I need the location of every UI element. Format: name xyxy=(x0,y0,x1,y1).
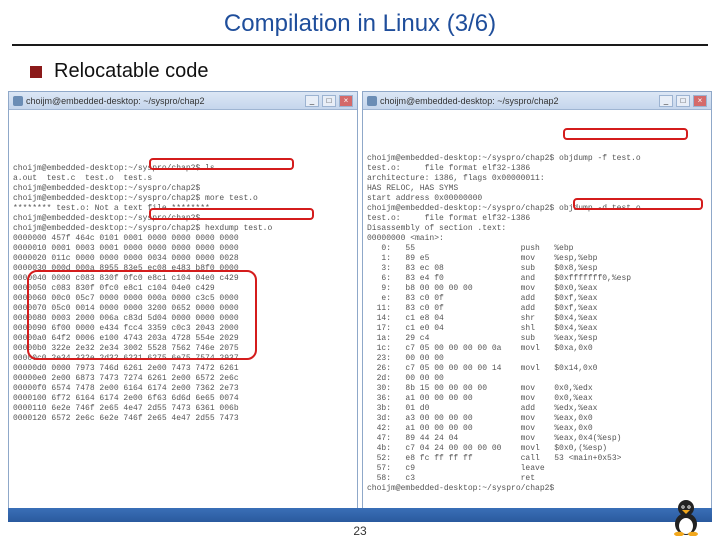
slide-title: Compilation in Linux (3/6) xyxy=(0,0,720,44)
terminal-line: 47: 89 44 24 04 mov %eax,0x4(%esp) xyxy=(367,434,707,444)
terminal-line: 0000110 6e2e 746f 2e65 4e47 2d55 7473 63… xyxy=(13,404,353,414)
terminal-line: 00000d0 0000 7973 746d 6261 2e00 7473 74… xyxy=(13,364,353,374)
close-button[interactable]: × xyxy=(693,95,707,107)
highlight-more-cmd xyxy=(149,158,294,170)
terminal-line: a.out test.c test.o test.s xyxy=(13,174,353,184)
terminal-icon xyxy=(13,96,23,106)
terminal-line: 1a: 29 c4 sub %eax,%esp xyxy=(367,334,707,344)
left-terminal-content: choijm@embedded-desktop:~/syspro/chap2$ … xyxy=(9,110,357,428)
terminal-line: 0000120 6572 2e6c 6e2e 746f 2e65 4e47 2d… xyxy=(13,414,353,424)
terminal-line: 58: c3 ret xyxy=(367,474,707,484)
terminal-line: HAS RELOC, HAS SYMS xyxy=(367,184,707,194)
terminal-line: 0000100 6f72 6164 6174 2e00 6f63 6d6d 6e… xyxy=(13,394,353,404)
terminal-line: 9: b8 00 00 00 00 mov $0x0,%eax xyxy=(367,284,707,294)
terminal-line: 00000f0 6574 7478 2e00 6164 6174 2e00 73… xyxy=(13,384,353,394)
highlight-objdump-d-cmd xyxy=(573,198,703,210)
terminal-line: 52: e8 fc ff ff ff call 53 <main+0x53> xyxy=(367,454,707,464)
left-titlebar: choijm@embedded-desktop: ~/syspro/chap2 … xyxy=(9,92,357,110)
terminal-line: test.o: file format elf32-i386 xyxy=(367,214,707,224)
bullet-row: Relocatable code xyxy=(0,56,720,91)
terminal-line: 3b: 01 d0 add %edx,%eax xyxy=(367,404,707,414)
left-terminal-window: choijm@embedded-desktop: ~/syspro/chap2 … xyxy=(8,91,358,511)
terminal-line: 30: 8b 15 00 00 00 00 mov 0x0,%edx xyxy=(367,384,707,394)
highlight-hexdump-cmd xyxy=(149,208,314,220)
right-terminal-content: choijm@embedded-desktop:~/syspro/chap2$ … xyxy=(363,110,711,498)
terminal-line: choijm@embedded-desktop:~/syspro/chap2$ xyxy=(367,484,707,494)
terminal-line: 14: c1 e8 04 shr $0x4,%eax xyxy=(367,314,707,324)
terminal-line: 42: a1 00 00 00 00 mov %eax,0x0 xyxy=(367,424,707,434)
footer-bar xyxy=(8,508,712,522)
maximize-button[interactable]: □ xyxy=(322,95,336,107)
terminal-line: 0000020 011c 0000 0000 0000 0034 0000 00… xyxy=(13,254,353,264)
terminal-line: 26: c7 05 00 00 00 00 14 movl $0x14,0x0 xyxy=(367,364,707,374)
right-titlebar-text: choijm@embedded-desktop: ~/syspro/chap2 xyxy=(380,96,558,106)
terminal-line: 0000000 457f 464c 0101 0001 0000 0000 00… xyxy=(13,234,353,244)
terminal-line: 3d: a3 00 00 00 00 mov %eax,0x0 xyxy=(367,414,707,424)
terminal-line: 23: 00 00 00 xyxy=(367,354,707,364)
highlight-objdump-f-cmd xyxy=(563,128,688,140)
terminal-line: 1: 89 e5 mov %esp,%ebp xyxy=(367,254,707,264)
terminal-line: choijm@embedded-desktop:~/syspro/chap2$ … xyxy=(13,194,353,204)
right-titlebar: choijm@embedded-desktop: ~/syspro/chap2 … xyxy=(363,92,711,110)
terminal-line: 17: c1 e0 04 shl $0x4,%eax xyxy=(367,324,707,334)
terminal-line: architecture: i386, flags 0x00000011: xyxy=(367,174,707,184)
terminal-line: 3: 83 ec 08 sub $0x8,%esp xyxy=(367,264,707,274)
terminal-line: 00000e0 2e00 6873 7473 7274 6261 2e00 65… xyxy=(13,374,353,384)
terminal-line: 00000000 <main>: xyxy=(367,234,707,244)
terminal-line: 1c: c7 05 00 00 00 00 0a movl $0xa,0x0 xyxy=(367,344,707,354)
terminal-line: choijm@embedded-desktop:~/syspro/chap2$ xyxy=(13,184,353,194)
terminal-line: 57: c9 leave xyxy=(367,464,707,474)
terminal-line: e: 83 c0 0f add $0xf,%eax xyxy=(367,294,707,304)
tux-icon xyxy=(668,496,704,536)
bullet-text: Relocatable code xyxy=(54,60,209,83)
minimize-button[interactable]: _ xyxy=(305,95,319,107)
title-rule xyxy=(12,44,708,46)
terminal-line: test.o: file format elf32-i386 xyxy=(367,164,707,174)
left-titlebar-text: choijm@embedded-desktop: ~/syspro/chap2 xyxy=(26,96,204,106)
terminal-line: 2d: 00 00 00 xyxy=(367,374,707,384)
terminal-line: choijm@embedded-desktop:~/syspro/chap2$ … xyxy=(13,224,353,234)
terminal-line: 4b: c7 04 24 00 00 00 00 movl $0x0,(%esp… xyxy=(367,444,707,454)
terminal-line: 6: 83 e4 f0 and $0xfffffff0,%esp xyxy=(367,274,707,284)
panes: choijm@embedded-desktop: ~/syspro/chap2 … xyxy=(0,91,720,511)
close-button[interactable]: × xyxy=(339,95,353,107)
terminal-line: choijm@embedded-desktop:~/syspro/chap2$ … xyxy=(367,154,707,164)
right-terminal-window: choijm@embedded-desktop: ~/syspro/chap2 … xyxy=(362,91,712,511)
terminal-line: 11: 83 c0 0f add $0xf,%eax xyxy=(367,304,707,314)
maximize-button[interactable]: □ xyxy=(676,95,690,107)
page-number: 23 xyxy=(0,524,720,538)
highlight-hexdump-block xyxy=(27,270,257,360)
bullet-square-icon xyxy=(30,66,42,78)
minimize-button[interactable]: _ xyxy=(659,95,673,107)
terminal-icon xyxy=(367,96,377,106)
terminal-line: 0: 55 push %ebp xyxy=(367,244,707,254)
terminal-line: Disassembly of section .text: xyxy=(367,224,707,234)
terminal-line: 0000010 0001 0003 0001 0000 0000 0000 00… xyxy=(13,244,353,254)
terminal-line: 36: a1 00 00 00 00 mov 0x0,%eax xyxy=(367,394,707,404)
